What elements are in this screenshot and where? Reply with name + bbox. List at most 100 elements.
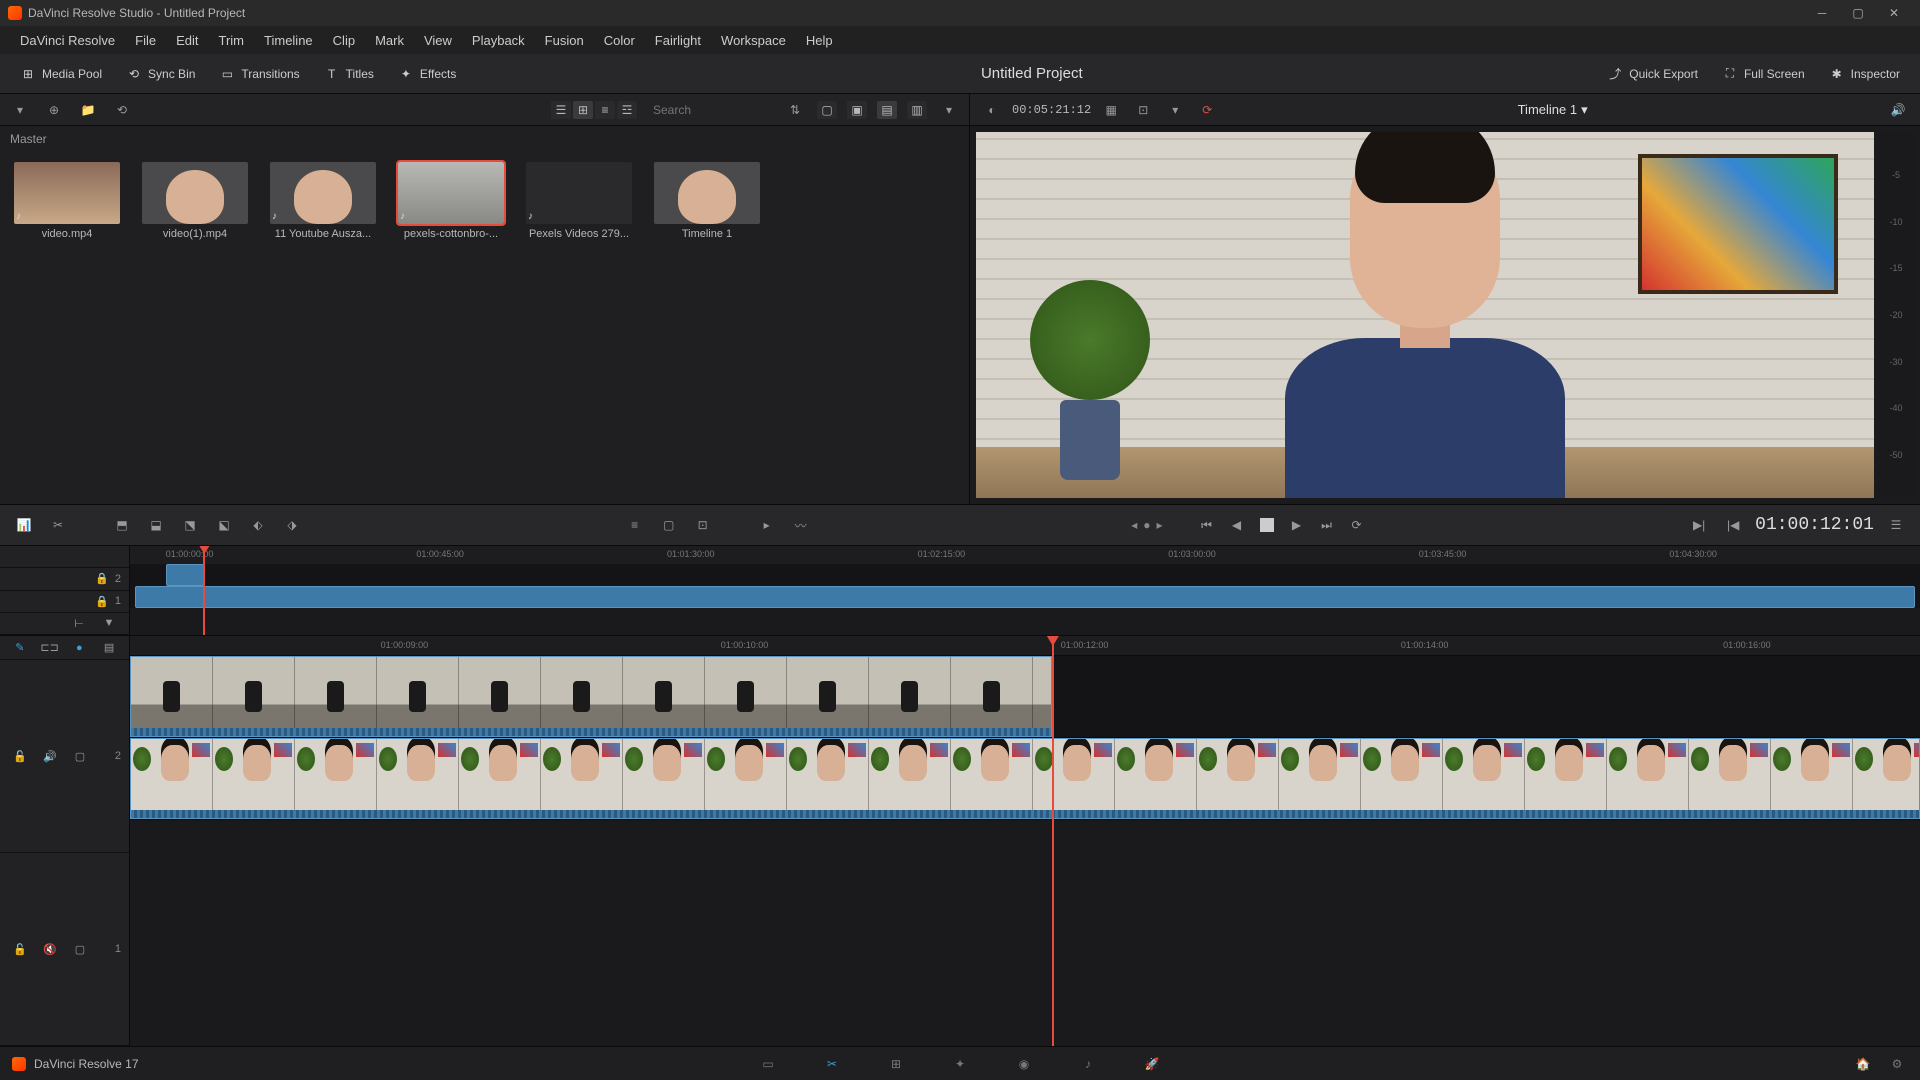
menu-davinci-resolve[interactable]: DaVinci Resolve	[10, 29, 125, 52]
lock-icon[interactable]: 🔒	[95, 572, 109, 585]
minimize-button[interactable]: ─	[1804, 0, 1840, 26]
refresh-button[interactable]: ⟲	[110, 98, 134, 122]
deliver-page-button[interactable]: 🚀	[1141, 1053, 1163, 1075]
media-clip[interactable]: Timeline 1	[654, 162, 760, 240]
effects-button[interactable]: ✦Effects	[388, 62, 466, 86]
lock-icon[interactable]: 🔓	[8, 744, 32, 768]
menu-trim[interactable]: Trim	[209, 29, 255, 52]
append-button[interactable]: ⬓	[144, 513, 168, 537]
edit-page-button[interactable]: ⊞	[885, 1053, 907, 1075]
tools-1-button[interactable]: ≡	[623, 513, 647, 537]
media-pool-button[interactable]: ⊞Media Pool	[10, 62, 112, 86]
timeline-selector[interactable]: Timeline 1 ▾	[1518, 102, 1588, 118]
ruler-overview[interactable]: 01:00:00:0001:00:45:0001:01:30:0001:02:1…	[130, 546, 1920, 564]
media-clip[interactable]: ♪Pexels Videos 279...	[526, 162, 632, 240]
dynamic-trim-button[interactable]: ▸	[755, 513, 779, 537]
trim-tool-button[interactable]: ⊏⊐	[38, 636, 62, 660]
menu-color[interactable]: Color	[594, 29, 645, 52]
mute-icon[interactable]: 🔇	[38, 937, 62, 961]
marker-button[interactable]: ▼	[97, 611, 121, 635]
close-up-button[interactable]: ⬕	[212, 513, 236, 537]
stop-button[interactable]	[1255, 513, 1279, 537]
audio-trim-button[interactable]: 〰	[789, 513, 813, 537]
speaker-button[interactable]: 🔊	[1886, 98, 1910, 122]
folder-button[interactable]: 📁	[76, 98, 100, 122]
view-button[interactable]: ▤	[97, 636, 121, 660]
menu-help[interactable]: Help	[796, 29, 843, 52]
menu-mark[interactable]: Mark	[365, 29, 414, 52]
mute-icon[interactable]: 🔊	[38, 744, 62, 768]
link-button[interactable]: ●	[68, 636, 92, 660]
breadcrumb[interactable]: Master	[0, 126, 969, 152]
menu-playback[interactable]: Playback	[462, 29, 535, 52]
list-view-button[interactable]: ☲	[617, 101, 637, 119]
thumbnail-view-button[interactable]: ⊞	[573, 101, 593, 119]
split-button[interactable]: ✂	[46, 513, 70, 537]
video-icon[interactable]: ▢	[68, 744, 92, 768]
source-view-2[interactable]: ▣	[847, 101, 867, 119]
source-overwrite-button[interactable]: ⬗	[280, 513, 304, 537]
lock-icon[interactable]: 🔓	[8, 937, 32, 961]
color-page-button[interactable]: ◉	[1013, 1053, 1035, 1075]
sort-button[interactable]: ⇅	[783, 98, 807, 122]
quick-export-button[interactable]: ⤴Quick Export	[1597, 62, 1708, 86]
search-input[interactable]	[653, 103, 773, 117]
jump-last-button[interactable]: ⏭	[1315, 513, 1339, 537]
playhead-overview[interactable]	[203, 546, 205, 635]
home-button[interactable]: 🏠	[1852, 1053, 1874, 1075]
lock-icon[interactable]: 🔒	[95, 595, 109, 608]
source-view-4[interactable]: ▥	[907, 101, 927, 119]
full-screen-button[interactable]: ⛶Full Screen	[1712, 62, 1815, 86]
smart-insert-button[interactable]: ⬒	[110, 513, 134, 537]
video-clip-v2[interactable]	[130, 656, 1052, 737]
bypass-button[interactable]: ◐	[980, 98, 1004, 122]
menu-fairlight[interactable]: Fairlight	[645, 29, 711, 52]
menu-workspace[interactable]: Workspace	[711, 29, 796, 52]
media-clip[interactable]: ♪video.mp4	[14, 162, 120, 240]
menu-clip[interactable]: Clip	[323, 29, 365, 52]
play-button[interactable]: ▶	[1285, 513, 1309, 537]
place-on-top-button[interactable]: ⬖	[246, 513, 270, 537]
match-frame-button[interactable]: ▦	[1099, 98, 1123, 122]
video-clip-v1[interactable]	[130, 738, 1920, 819]
loop-playback-button[interactable]: ⟳	[1345, 513, 1369, 537]
snap-button[interactable]: ⊢	[67, 611, 91, 635]
titles-button[interactable]: TTitles	[314, 62, 384, 86]
menu-edit[interactable]: Edit	[166, 29, 208, 52]
inspector-button[interactable]: ✱Inspector	[1819, 62, 1910, 86]
media-clip[interactable]: ♪11 Youtube Ausza...	[270, 162, 376, 240]
options-button[interactable]: ▾	[937, 98, 961, 122]
jog-left-icon[interactable]: ◂	[1131, 518, 1137, 532]
settings-button[interactable]: ⚙	[1886, 1053, 1908, 1075]
prev-frame-button[interactable]: ◀	[1225, 513, 1249, 537]
timeline-options-button[interactable]: ☰	[1884, 513, 1908, 537]
jump-first-button[interactable]: ⏮	[1195, 513, 1219, 537]
source-view-1[interactable]: ▢	[817, 101, 837, 119]
bin-dropdown-button[interactable]: ▾	[8, 98, 32, 122]
arrow-tool-button[interactable]: ✎	[8, 636, 32, 660]
menu-timeline[interactable]: Timeline	[254, 29, 323, 52]
menu-file[interactable]: File	[125, 29, 166, 52]
video-icon[interactable]: ▢	[68, 937, 92, 961]
strip-view-button[interactable]: ≡	[595, 101, 615, 119]
close-button[interactable]: ✕	[1876, 0, 1912, 26]
metadata-view-button[interactable]: ☰	[551, 101, 571, 119]
timecode-display[interactable]: 01:00:12:01	[1755, 515, 1874, 535]
overview-clip-v2[interactable]	[166, 564, 205, 586]
tools-2-button[interactable]: ▢	[657, 513, 681, 537]
fusion-page-button[interactable]: ✦	[949, 1053, 971, 1075]
maximize-button[interactable]: ▢	[1840, 0, 1876, 26]
menu-view[interactable]: View	[414, 29, 462, 52]
media-clip[interactable]: ♪pexels-cottonbro-...	[398, 162, 504, 240]
prev-edit-button[interactable]: |◀	[1721, 513, 1745, 537]
loop-button[interactable]: ⟳	[1195, 98, 1219, 122]
tools-3-button[interactable]: ⊡	[691, 513, 715, 537]
next-edit-button[interactable]: ▶|	[1687, 513, 1711, 537]
media-clip[interactable]: video(1).mp4	[142, 162, 248, 240]
ruler-main[interactable]: 01:00:09:0001:00:10:0001:00:12:0001:00:1…	[130, 636, 1920, 656]
sync-bin-button[interactable]: ⟲Sync Bin	[116, 62, 205, 86]
media-page-button[interactable]: ▭	[757, 1053, 779, 1075]
jog-right-icon[interactable]: ▸	[1157, 518, 1163, 532]
playhead-main[interactable]	[1052, 636, 1054, 1046]
transitions-button[interactable]: ▭Transitions	[209, 62, 309, 86]
